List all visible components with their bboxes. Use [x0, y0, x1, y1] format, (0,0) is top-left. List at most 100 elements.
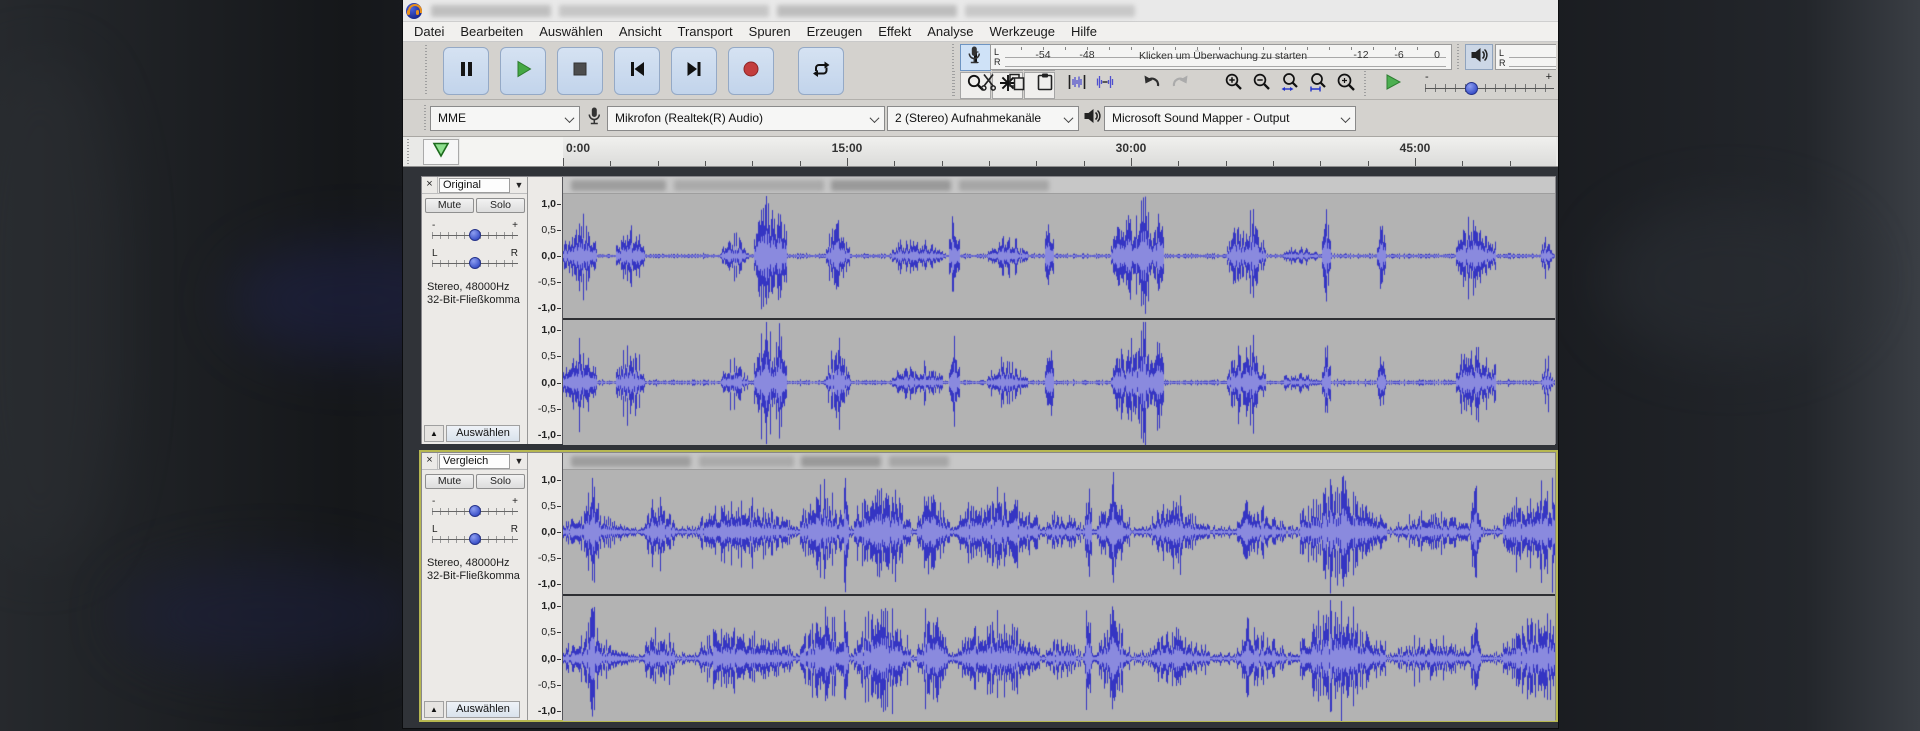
- collapse-track-button[interactable]: ▲: [424, 701, 444, 718]
- channel-divider[interactable]: [563, 318, 1555, 320]
- recording-channels-select[interactable]: 2 (Stereo) Aufnahmekanäle: [887, 106, 1079, 131]
- vertical-scale-ruler[interactable]: 1,00,50,0-0,5-1,01,00,50,0-0,5-1,0: [528, 177, 563, 444]
- solo-button[interactable]: Solo: [476, 198, 525, 213]
- track-name[interactable]: Vergleich: [439, 454, 510, 469]
- menu-item-datei[interactable]: Datei: [406, 23, 452, 40]
- playback-meter-grip[interactable]: [1456, 44, 1462, 69]
- zoom-toggle-button[interactable]: [1333, 71, 1359, 97]
- skip-start-icon: [627, 59, 647, 84]
- close-track-button[interactable]: ×: [422, 177, 438, 193]
- play-speed-slider-thumb[interactable]: [1465, 82, 1478, 95]
- transport-toolbar-grip[interactable]: [424, 45, 430, 96]
- waveform-channel-left[interactable]: [563, 194, 1555, 318]
- mute-button[interactable]: Mute: [425, 474, 474, 489]
- menu-item-transport[interactable]: Transport: [670, 23, 741, 40]
- track-name[interactable]: Original: [439, 178, 510, 193]
- window-title-bar[interactable]: [403, 0, 1558, 22]
- play-at-speed-button[interactable]: [1375, 71, 1411, 97]
- menu-item-analyse[interactable]: Analyse: [919, 23, 981, 40]
- menu-item-auswhlen[interactable]: Auswählen: [531, 23, 611, 40]
- play-at-speed-grip[interactable]: [1363, 71, 1369, 97]
- zoom-selection-icon: [1280, 72, 1300, 97]
- mute-button[interactable]: Mute: [425, 198, 474, 213]
- close-track-button[interactable]: ×: [422, 453, 438, 469]
- device-toolbar-grip[interactable]: [423, 105, 429, 131]
- trim-audio-button[interactable]: [1064, 71, 1090, 97]
- vertical-scale-ruler[interactable]: 1,00,50,0-0,5-1,01,00,50,0-0,5-1,0: [528, 453, 563, 720]
- stop-icon: [570, 59, 590, 84]
- clip-title-bar-censored[interactable]: [563, 177, 1555, 194]
- recording-device-select[interactable]: Mikrofon (Realtek(R) Audio): [607, 106, 885, 131]
- pan-min-label: L: [432, 248, 438, 259]
- zoom-selection-button[interactable]: [1277, 71, 1303, 97]
- slider-minus-label: -: [1425, 71, 1429, 83]
- pan-slider[interactable]: LR: [432, 525, 518, 547]
- menu-item-spuren[interactable]: Spuren: [741, 23, 799, 40]
- menu-item-bearbeiten[interactable]: Bearbeiten: [452, 23, 531, 40]
- menu-item-erzeugen[interactable]: Erzeugen: [799, 23, 871, 40]
- pan-slider-thumb[interactable]: [469, 257, 481, 269]
- record-button[interactable]: [728, 47, 774, 95]
- cut-button[interactable]: [976, 71, 1002, 97]
- track-control-panel: ×Original▼MuteSolo-+LRStereo, 48000Hz32-…: [422, 177, 528, 444]
- undo-button[interactable]: [1139, 71, 1165, 97]
- paste-button[interactable]: [1032, 71, 1058, 97]
- menu-item-ansicht[interactable]: Ansicht: [611, 23, 670, 40]
- select-track-button[interactable]: Auswählen: [446, 425, 520, 442]
- waveform-area[interactable]: [563, 177, 1555, 444]
- collapse-track-button[interactable]: ▲: [424, 425, 444, 442]
- track-menu-dropdown-icon[interactable]: ▼: [511, 456, 527, 466]
- timeline-ruler[interactable]: 0:0015:0030:0045:00: [563, 137, 1556, 166]
- loop-button[interactable]: [798, 47, 844, 95]
- track-menu-dropdown-icon[interactable]: ▼: [511, 180, 527, 190]
- scale-label: -1,0: [538, 302, 556, 314]
- skip-end-button[interactable]: [671, 47, 717, 95]
- menu-item-hilfe[interactable]: Hilfe: [1063, 23, 1105, 40]
- audacity-logo-icon: [406, 3, 422, 19]
- scale-label: 0,0: [541, 250, 556, 262]
- waveform-area[interactable]: [563, 453, 1555, 720]
- silence-audio-button[interactable]: [1092, 71, 1118, 97]
- playback-device-select[interactable]: Microsoft Sound Mapper - Output: [1104, 106, 1356, 131]
- pan-slider-thumb[interactable]: [469, 533, 481, 545]
- gain-slider-thumb[interactable]: [469, 505, 481, 517]
- meter-scale-tick: 0: [1434, 49, 1440, 61]
- gain-slider[interactable]: -+: [432, 497, 518, 519]
- menu-item-effekt[interactable]: Effekt: [870, 23, 919, 40]
- gain-slider-thumb[interactable]: [469, 229, 481, 241]
- play-button[interactable]: [500, 47, 546, 95]
- play-speed-slider[interactable]: - +: [1423, 71, 1556, 97]
- track-title-row: ×Original▼: [422, 177, 527, 194]
- timeline-tick: [1178, 161, 1179, 166]
- gain-slider[interactable]: -+: [432, 221, 518, 243]
- redo-button: [1167, 71, 1193, 97]
- edit-toolbar-grip[interactable]: [952, 71, 958, 97]
- zoom-in-button[interactable]: [1221, 71, 1247, 97]
- channel-divider[interactable]: [563, 594, 1555, 596]
- playback-meter[interactable]: L R: [1495, 44, 1556, 70]
- waveform-channel-right[interactable]: [563, 320, 1555, 445]
- menu-item-werkzeuge[interactable]: Werkzeuge: [982, 23, 1064, 40]
- recording-meter-mic-icon[interactable]: [961, 44, 987, 70]
- stop-button[interactable]: [557, 47, 603, 95]
- skip-start-button[interactable]: [614, 47, 660, 95]
- playback-meter-speaker-icon[interactable]: [1465, 44, 1493, 70]
- timeline-grip[interactable]: [406, 139, 412, 164]
- scale-tick: [557, 711, 561, 712]
- timeline-tick: [563, 158, 564, 166]
- zoom-project-button[interactable]: [1305, 71, 1331, 97]
- clip-title-bar-censored[interactable]: [563, 453, 1555, 470]
- solo-button[interactable]: Solo: [476, 474, 525, 489]
- pause-button[interactable]: [443, 47, 489, 95]
- audio-host-select[interactable]: MME: [430, 106, 580, 131]
- copy-button[interactable]: [1004, 71, 1030, 97]
- scale-label: -0,5: [538, 403, 556, 415]
- pan-slider[interactable]: LR: [432, 249, 518, 271]
- zoom-out-button[interactable]: [1249, 71, 1275, 97]
- waveform-channel-left[interactable]: [563, 470, 1555, 594]
- recording-meter[interactable]: L R Klicken um Überwachung zu starten -5…: [990, 44, 1452, 70]
- timeline-play-pin-button[interactable]: [423, 139, 459, 165]
- select-track-button[interactable]: Auswählen: [446, 701, 520, 718]
- waveform-channel-right[interactable]: [563, 596, 1555, 721]
- meter-monitor-message[interactable]: Klicken um Überwachung zu starten: [1125, 50, 1321, 62]
